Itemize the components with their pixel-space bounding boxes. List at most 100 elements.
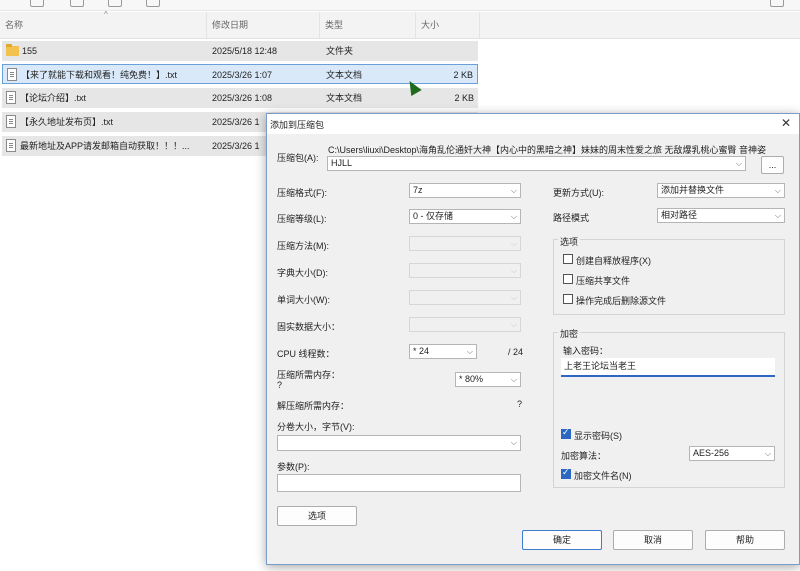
file-name: 155: [22, 46, 38, 56]
password-label: 输入密码：: [563, 346, 609, 356]
dialog-titlebar: 添加到压缩包 ✕: [267, 114, 799, 134]
file-type: 文本文档: [326, 93, 363, 103]
file-size: 2 KB: [453, 70, 473, 80]
column-date[interactable]: 修改日期: [207, 12, 320, 38]
enc-method-value: AES-256: [693, 448, 730, 458]
chevron-down-icon: ⌵: [774, 211, 781, 220]
browse-button[interactable]: ...: [761, 156, 784, 174]
text-file-icon: [6, 139, 16, 152]
list-item[interactable]: 155 2025/5/18 12:48 文件夹: [2, 41, 478, 61]
cpu-total: / 24: [508, 347, 524, 357]
archive-name-value: HJLL: [331, 158, 353, 168]
archive-label: 压缩包(A):: [277, 153, 319, 163]
cpu-select[interactable]: * 24 ⌵: [409, 344, 477, 359]
text-file-icon: [7, 68, 17, 81]
mem-select[interactable]: * 80% ⌵: [455, 372, 521, 387]
decomp-unknown: ?: [517, 399, 523, 409]
level-label: 压缩等级(L):: [277, 214, 327, 224]
mem-value: * 80%: [459, 374, 484, 384]
password-input[interactable]: 上老王论坛当老王: [561, 358, 775, 377]
chevron-down-icon: ⌵: [774, 186, 781, 195]
path-label: 路径模式: [553, 213, 590, 223]
chevron-down-icon: ⌵: [466, 347, 473, 356]
show-password-label[interactable]: 显示密码(S): [574, 429, 622, 442]
chevron-down-icon: ⌵: [510, 375, 517, 384]
encrypt-names-label[interactable]: 加密文件名(N): [574, 469, 632, 482]
archive-path: C:\Users\liuxi\Desktop\海角乱伦通奸大神【内心中的黑暗之神…: [328, 145, 767, 155]
sfx-label[interactable]: 创建自释放程序(X): [576, 254, 651, 267]
chevron-down-icon: ⌵: [510, 438, 517, 447]
update-label: 更新方式(U):: [553, 188, 604, 198]
delete-label[interactable]: 操作完成后删除源文件: [576, 294, 666, 307]
word-select[interactable]: ⌵: [409, 290, 521, 305]
file-date: 2025/3/26 1: [212, 117, 260, 127]
show-password-checkbox[interactable]: [561, 427, 571, 439]
options-button[interactable]: 选项: [277, 506, 357, 526]
mem-label: 压缩所需内存：: [277, 370, 341, 380]
chevron-down-icon: ⌵: [735, 159, 742, 168]
encryption-group-title: 加密: [558, 327, 581, 340]
copy-icon[interactable]: [30, 0, 44, 7]
text-file-icon: [6, 115, 16, 128]
decomp-label: 解压缩所需内存：: [277, 401, 350, 411]
format-select[interactable]: 7z ⌵: [409, 183, 521, 198]
add-to-archive-dialog: 添加到压缩包 ✕ 压缩包(A): C:\Users\liuxi\Desktop\…: [266, 113, 800, 565]
ok-button[interactable]: 确定: [522, 530, 602, 550]
encrypt-names-checkbox[interactable]: [561, 467, 571, 479]
enc-method-label: 加密算法：: [561, 451, 607, 461]
level-select[interactable]: 0 - 仅存储 ⌵: [409, 209, 521, 224]
cancel-button[interactable]: 取消: [613, 530, 693, 550]
details-icon[interactable]: [770, 0, 784, 7]
chevron-down-icon: ⌵: [510, 212, 517, 221]
method-label: 压缩方法(M):: [277, 241, 329, 251]
paste-icon[interactable]: [70, 0, 84, 7]
file-name: 最新地址及APP请发邮箱自动获取！！！...: [20, 141, 190, 151]
shared-checkbox[interactable]: [563, 274, 573, 284]
shared-label[interactable]: 压缩共享文件: [576, 274, 630, 287]
params-label: 参数(P):: [277, 462, 310, 472]
params-input[interactable]: [277, 474, 521, 492]
split-combo[interactable]: ⌵: [277, 435, 521, 451]
file-size: 2 KB: [454, 93, 474, 103]
column-size[interactable]: 大小: [416, 12, 480, 38]
options-group-title: 选项: [558, 235, 581, 248]
enc-method-select[interactable]: AES-256 ⌵: [689, 446, 775, 461]
file-date: 2025/3/26 1:08: [212, 93, 273, 103]
file-name: 【来了就能下载和观看！纯免费！】.txt: [21, 70, 178, 80]
file-name: 【永久地址发布页】.txt: [20, 117, 114, 127]
delete-checkbox[interactable]: [563, 294, 573, 304]
column-header: 名称 ^ 修改日期 类型 大小: [0, 10, 800, 39]
share-icon[interactable]: [108, 0, 122, 7]
sfx-checkbox[interactable]: [563, 254, 573, 264]
word-label: 单词大小(W):: [277, 295, 330, 305]
dict-label: 字典大小(D):: [277, 268, 328, 278]
explorer-toolbar: [0, 0, 800, 11]
solid-select[interactable]: ⌵: [409, 317, 521, 332]
chevron-down-icon: ⌵: [510, 239, 517, 248]
cpu-label: CPU 线程数：: [277, 349, 335, 359]
archive-name-combo[interactable]: HJLL ⌵: [327, 156, 746, 171]
file-type: 文件夹: [326, 46, 354, 56]
chevron-down-icon: ⌵: [764, 449, 771, 458]
update-select[interactable]: 添加并替换文件 ⌵: [657, 183, 785, 198]
close-icon[interactable]: ✕: [781, 116, 791, 130]
path-value: 相对路径: [661, 210, 698, 220]
help-button[interactable]: 帮助: [705, 530, 785, 550]
path-select[interactable]: 相对路径 ⌵: [657, 208, 785, 223]
delete-icon[interactable]: [146, 0, 160, 7]
file-date: 2025/5/18 12:48: [212, 46, 278, 56]
file-date: 2025/3/26 1:07: [212, 70, 273, 80]
file-name: 【论坛介绍】.txt: [20, 93, 87, 103]
password-value: 上老王论坛当老王: [564, 361, 637, 371]
level-value: 0 - 仅存储: [413, 211, 454, 221]
list-item[interactable]: 【论坛介绍】.txt 2025/3/26 1:08 文本文档 2 KB: [2, 88, 478, 108]
list-item[interactable]: 【来了就能下载和观看！纯免费！】.txt 2025/3/26 1:07 文本文档…: [2, 64, 478, 84]
solid-label: 固实数据大小：: [277, 322, 341, 332]
dialog-title: 添加到压缩包: [270, 120, 325, 130]
chevron-down-icon: ⌵: [510, 266, 517, 275]
file-date: 2025/3/26 1: [212, 141, 260, 151]
method-select[interactable]: ⌵: [409, 236, 521, 251]
folder-icon: [6, 44, 19, 56]
column-type[interactable]: 类型: [320, 12, 416, 38]
dict-select[interactable]: ⌵: [409, 263, 521, 278]
